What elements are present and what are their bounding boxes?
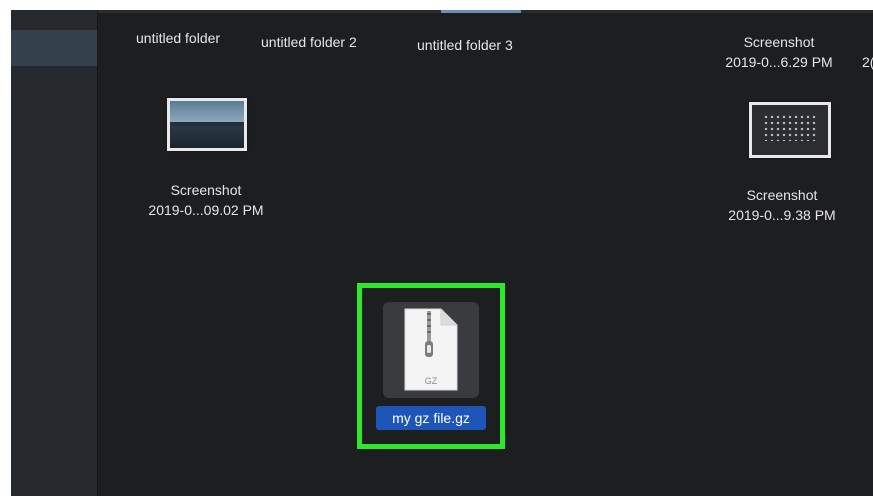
file-name-line-1: Screenshot — [746, 187, 818, 203]
screenshot-file-left[interactable]: Screenshot 2019-0...09.02 PM — [138, 180, 274, 220]
desktop-preview — [752, 105, 828, 155]
folder-label: untitled folder 2 — [261, 34, 357, 50]
desktop-icon-grid — [762, 114, 818, 141]
folder-label: untitled folder — [136, 30, 221, 46]
screenshot-file-top-right[interactable]: Screenshot 2019-0...6.29 PM — [713, 32, 845, 72]
sidebar-selected-item[interactable] — [11, 30, 97, 66]
file-name-line-2: 2019-0...6.29 PM — [725, 54, 833, 70]
highlight-box — [357, 283, 505, 449]
folder-untitled-folder-2[interactable]: untitled folder 2 — [261, 32, 357, 52]
file-name-line-1: Screenshot — [170, 182, 242, 198]
landscape-hills — [170, 121, 244, 127]
file-name-line-2: 2019-0...9.38 PM — [728, 207, 836, 223]
file-name-line-1: Screenshot — [743, 34, 815, 50]
cut-off-label-text: 2( — [862, 54, 873, 70]
sidebar — [11, 10, 97, 496]
folder-untitled-folder[interactable]: untitled folder — [136, 28, 220, 48]
file-name-line-2: 2019-0...09.02 PM — [148, 202, 264, 218]
folder-untitled-folder-3[interactable]: untitled folder 3 — [417, 35, 513, 55]
image-thumbnail-icon[interactable] — [167, 98, 247, 151]
landscape-preview — [170, 101, 244, 148]
cut-off-file-label: 2( — [862, 52, 873, 72]
folder-label: untitled folder 3 — [417, 37, 513, 53]
image-thumbnail-icon[interactable] — [749, 102, 831, 158]
screenshot-frame: untitled folder untitled folder 2 untitl… — [0, 0, 873, 504]
screenshot-file-right[interactable]: Screenshot 2019-0...9.38 PM — [718, 185, 846, 225]
